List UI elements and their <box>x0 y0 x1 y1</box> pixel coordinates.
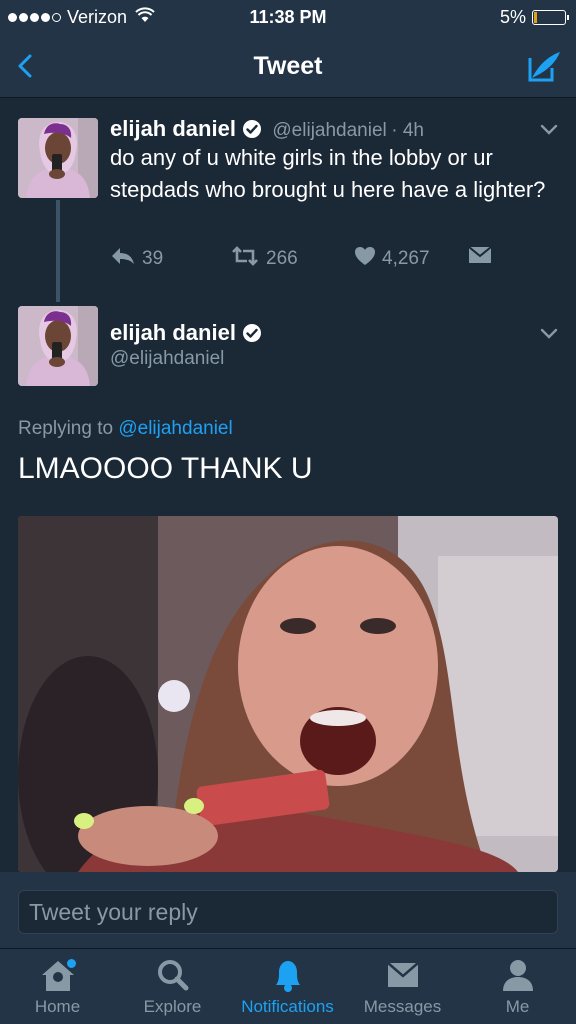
tweet-actions: 39 266 4,267 <box>110 246 510 276</box>
tweet-age: · 4h <box>391 120 424 141</box>
battery-percent: 5% <box>499 7 526 27</box>
like-button[interactable]: 4,267 <box>354 246 430 272</box>
replying-mention-link[interactable]: @elijahdaniel <box>118 418 232 439</box>
reply-author-handle[interactable]: @elijahdaniel <box>110 348 224 370</box>
compose-tweet-icon[interactable] <box>524 46 564 86</box>
home-notification-dot <box>66 959 76 968</box>
direct-message-button[interactable] <box>468 246 492 270</box>
reply-icon <box>110 246 136 272</box>
status-bar: Verizon 11:38 PM 5% <box>0 0 576 36</box>
tab-messages[interactable]: Messages <box>345 957 460 1017</box>
reply-author-name[interactable]: elijah daniel <box>110 320 236 345</box>
reply-menu-chevron-icon[interactable] <box>538 322 560 344</box>
envelope-icon <box>383 957 423 993</box>
retweet-count: 266 <box>266 248 298 269</box>
home-icon <box>38 957 78 993</box>
reply-author-name-row: elijah daniel <box>110 320 262 348</box>
status-right: 5% <box>499 7 569 28</box>
tab-me[interactable]: Me <box>460 957 575 1017</box>
status-time: 11:38 PM <box>249 7 327 27</box>
like-count: 4,267 <box>382 248 430 269</box>
thread-connector <box>56 200 60 302</box>
retweet-button[interactable]: 266 <box>230 246 298 272</box>
author-name[interactable]: elijah daniel <box>110 116 236 141</box>
tab-home[interactable]: Home <box>0 957 115 1017</box>
battery-icon <box>532 10 569 25</box>
bell-icon <box>268 957 308 993</box>
tweet-text: do any of u white girls in the lobby or … <box>110 145 546 202</box>
tab-home-label: Home <box>34 997 81 1016</box>
replying-prefix: Replying to <box>18 418 114 439</box>
envelope-icon <box>468 246 492 270</box>
verified-badge-icon <box>242 119 262 144</box>
replying-to-line: Replying to @elijahdaniel <box>18 418 233 440</box>
search-icon <box>153 957 193 993</box>
verified-badge-icon <box>242 323 262 348</box>
tab-notifications-label: Notifications <box>241 997 334 1016</box>
page-title: Tweet <box>253 52 323 80</box>
tab-messages-label: Messages <box>363 997 442 1016</box>
reply-bar: Tweet your reply <box>0 872 576 948</box>
tweet-photo[interactable] <box>18 516 558 872</box>
heart-icon <box>354 246 376 272</box>
reply-button[interactable]: 39 <box>110 246 163 272</box>
retweet-icon <box>230 246 260 272</box>
tab-explore-label: Explore <box>143 997 202 1016</box>
nav-bar: Tweet <box>0 36 576 98</box>
tab-me-label: Me <box>505 997 530 1016</box>
reply-input[interactable]: Tweet your reply <box>18 890 558 934</box>
tweet-menu-chevron-icon[interactable] <box>538 118 560 140</box>
reply-count: 39 <box>142 248 164 269</box>
tab-explore[interactable]: Explore <box>115 957 230 1017</box>
reply-author-avatar[interactable] <box>18 306 98 386</box>
profile-icon <box>498 957 538 993</box>
author-handle[interactable]: @elijahdaniel <box>272 120 386 141</box>
author-avatar[interactable] <box>18 118 98 198</box>
reply-tweet-text: LMAOOOO THANK U <box>18 452 313 485</box>
tweet-header: elijah daniel @elijahdaniel · 4h <box>110 116 424 144</box>
tab-bar: Home Explore Notifications Messages Me <box>0 948 576 1024</box>
tab-notifications[interactable]: Notifications <box>230 957 345 1017</box>
